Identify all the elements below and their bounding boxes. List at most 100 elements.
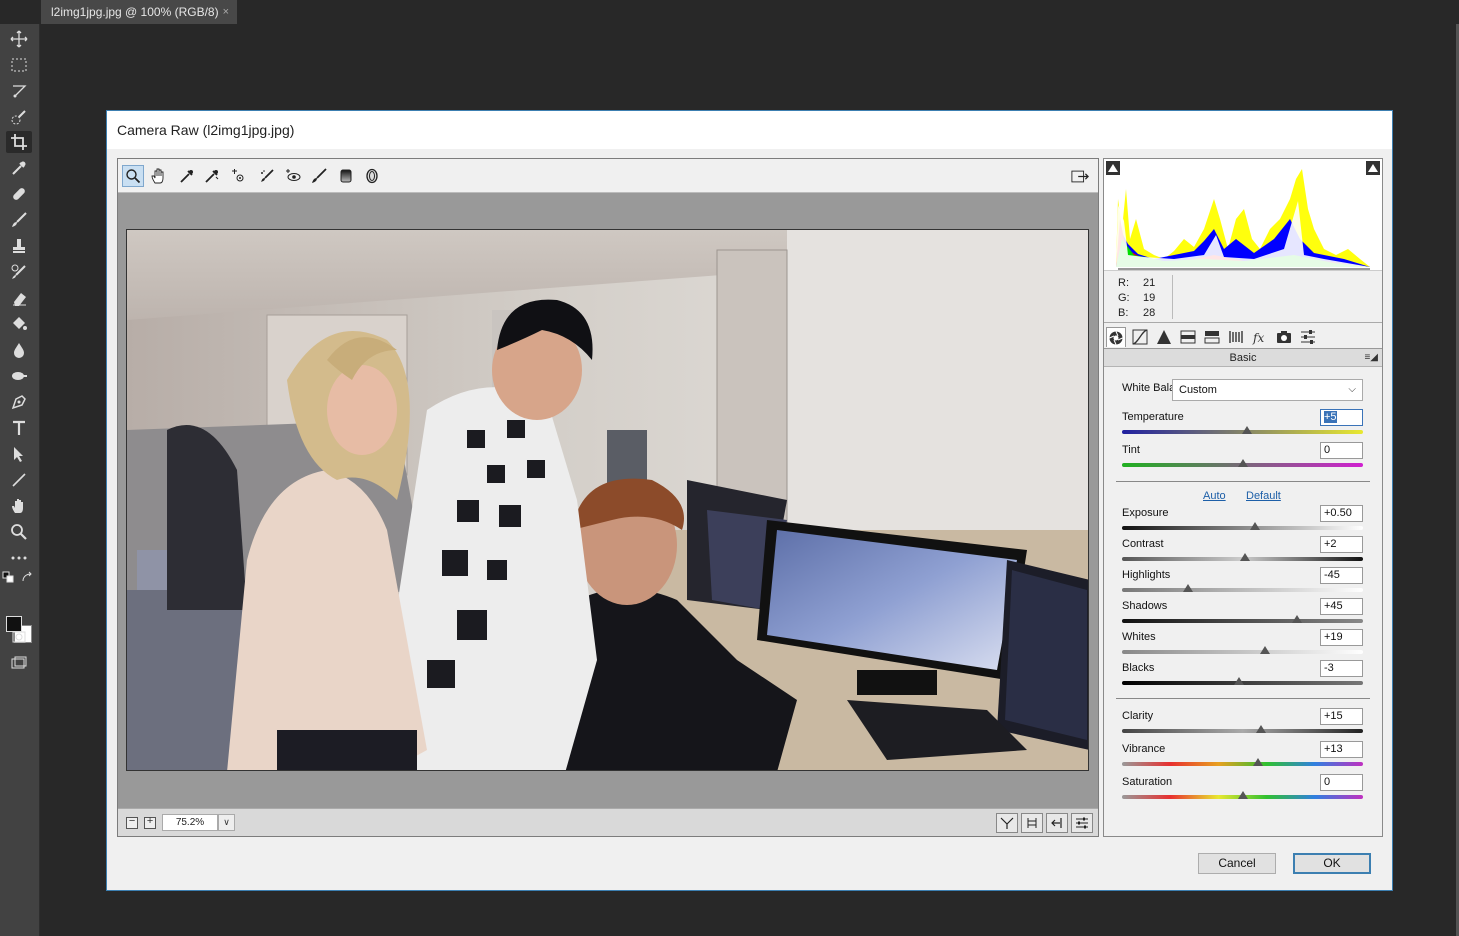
tools-panel (0, 24, 40, 936)
stamp-tool-icon[interactable] (6, 235, 32, 257)
zoom-tool-icon[interactable] (122, 165, 144, 187)
whites-slider-track[interactable] (1122, 650, 1363, 654)
lasso-tool-icon[interactable] (6, 80, 32, 102)
quick-select-tool-icon[interactable] (6, 106, 32, 128)
document-tab[interactable]: l2img1jpg.jpg @ 100% (RGB/8) × (41, 0, 237, 24)
saturation-label: Saturation (1122, 776, 1173, 788)
whites-field[interactable]: +19 (1320, 629, 1363, 646)
vibrance-field[interactable]: +13 (1320, 741, 1363, 758)
swap-colors-icon[interactable] (20, 571, 34, 585)
pen-tool-icon[interactable] (6, 391, 32, 413)
shadows-field[interactable]: +45 (1320, 598, 1363, 615)
default-colors-icon[interactable] (2, 571, 16, 585)
white-balance-tool-icon[interactable] (176, 165, 198, 187)
hand-tool-icon[interactable] (148, 165, 170, 187)
vibrance-slider-thumb[interactable] (1253, 758, 1264, 766)
eyedropper-tool-icon[interactable] (6, 157, 32, 179)
saturation-field[interactable]: 0 (1320, 774, 1363, 791)
exposure-slider-track[interactable] (1122, 526, 1363, 530)
highlights-slider-track[interactable] (1122, 588, 1363, 592)
zoom-in-button[interactable]: + (144, 817, 156, 829)
zoom-tool-icon[interactable] (6, 521, 32, 543)
whites-slider-thumb[interactable] (1260, 646, 1271, 654)
adjustment-brush-icon[interactable] (308, 165, 330, 187)
spot-removal-tool-icon[interactable] (256, 165, 278, 187)
adjustments-panel: R: 21 G: 19 B: 28 fx Basic ≡◢ White Balance… (1103, 158, 1383, 837)
crop-tool-icon[interactable] (6, 131, 32, 153)
document-tab-title: l2img1jpg.jpg @ 100% (RGB/8) (51, 5, 219, 19)
blur-tool-icon[interactable] (6, 339, 32, 361)
foreground-color-swatch[interactable] (6, 616, 22, 632)
history-brush-tool-icon[interactable] (6, 261, 32, 283)
move-tool-icon[interactable] (6, 28, 32, 50)
default-link[interactable]: Default (1246, 490, 1281, 502)
dodge-tool-icon[interactable] (6, 365, 32, 387)
split-toning-tab-icon[interactable] (1202, 327, 1222, 347)
exposure-slider-thumb[interactable] (1249, 522, 1260, 530)
hand-tool-icon[interactable] (6, 495, 32, 517)
vibrance-label: Vibrance (1122, 743, 1166, 755)
blacks-field[interactable]: -3 (1320, 660, 1363, 677)
hsl-tab-icon[interactable] (1178, 327, 1198, 347)
zoom-level-field[interactable]: 75.2% (162, 814, 218, 831)
basic-tab-icon[interactable] (1106, 327, 1126, 347)
preview-status-bar: − + 75.2% ∨ (118, 808, 1098, 836)
screen-mode-icon[interactable] (6, 652, 32, 674)
brush-tool-icon[interactable] (6, 209, 32, 231)
dialog-titlebar: Camera Raw (l2img1jpg.jpg) (107, 111, 1392, 149)
white-balance-select[interactable]: Custom ⌵ (1172, 379, 1363, 401)
contrast-slider-thumb[interactable] (1239, 553, 1250, 561)
lens-corrections-tab-icon[interactable] (1226, 327, 1246, 347)
paint-bucket-tool-icon[interactable] (6, 313, 32, 335)
close-tab-icon[interactable]: × (223, 0, 229, 24)
line-tool-icon[interactable] (6, 469, 32, 491)
radial-filter-icon[interactable] (361, 165, 383, 187)
red-eye-tool-icon[interactable] (282, 165, 304, 187)
targeted-adjustment-tool-icon[interactable] (228, 165, 250, 187)
detail-tab-icon[interactable] (1154, 327, 1174, 347)
tint-field[interactable]: 0 (1320, 442, 1363, 459)
swap-settings-icon[interactable] (1021, 813, 1043, 833)
document-tab-bar: l2img1jpg.jpg @ 100% (RGB/8) × (0, 0, 1459, 24)
open-preferences-icon[interactable] (1068, 165, 1092, 187)
type-tool-icon[interactable] (6, 417, 32, 439)
tint-slider-thumb[interactable] (1237, 459, 1248, 467)
clarity-field[interactable]: +15 (1320, 708, 1363, 725)
panel-menu-icon[interactable]: ≡◢ (1364, 349, 1378, 367)
copy-settings-icon[interactable] (1046, 813, 1068, 833)
before-after-icon[interactable] (996, 813, 1018, 833)
exposure-field[interactable]: +0.50 (1320, 505, 1363, 522)
temperature-slider-thumb[interactable] (1242, 426, 1253, 434)
camera-calibration-tab-icon[interactable] (1274, 327, 1294, 347)
presets-tab-icon[interactable] (1298, 327, 1318, 347)
auto-link[interactable]: Auto (1203, 490, 1226, 502)
vibrance-slider-track[interactable] (1122, 762, 1363, 766)
view-settings-icon[interactable] (1071, 813, 1093, 833)
shadows-slider-track[interactable] (1122, 619, 1363, 623)
shadows-slider-thumb[interactable] (1291, 615, 1302, 623)
saturation-slider-thumb[interactable] (1237, 791, 1248, 799)
zoom-dropdown-button[interactable]: ∨ (218, 814, 235, 831)
highlights-field[interactable]: -45 (1320, 567, 1363, 584)
contrast-field[interactable]: +2 (1320, 536, 1363, 553)
healing-tool-icon[interactable] (6, 183, 32, 205)
clarity-slider-track[interactable] (1122, 729, 1363, 733)
marquee-tool-icon[interactable] (6, 54, 32, 76)
highlights-value: -45 (1324, 569, 1340, 581)
zoom-out-button[interactable]: − (126, 817, 138, 829)
eraser-tool-icon[interactable] (6, 287, 32, 309)
color-sampler-tool-icon[interactable] (201, 165, 223, 187)
blacks-slider-thumb[interactable] (1233, 677, 1244, 685)
ok-button[interactable]: OK (1293, 853, 1371, 874)
temperature-field[interactable]: +5 (1320, 409, 1363, 426)
tone-curve-tab-icon[interactable] (1130, 327, 1150, 347)
preview-image[interactable] (126, 229, 1089, 771)
cancel-button[interactable]: Cancel (1198, 853, 1276, 874)
highlights-slider-thumb[interactable] (1183, 584, 1194, 592)
graduated-filter-icon[interactable] (335, 165, 357, 187)
more-tools-icon[interactable] (6, 547, 32, 569)
effects-tab-icon[interactable]: fx (1250, 327, 1270, 347)
clarity-slider-thumb[interactable] (1255, 725, 1266, 733)
panel-tabs: fx (1104, 325, 1382, 349)
path-select-tool-icon[interactable] (6, 443, 32, 465)
